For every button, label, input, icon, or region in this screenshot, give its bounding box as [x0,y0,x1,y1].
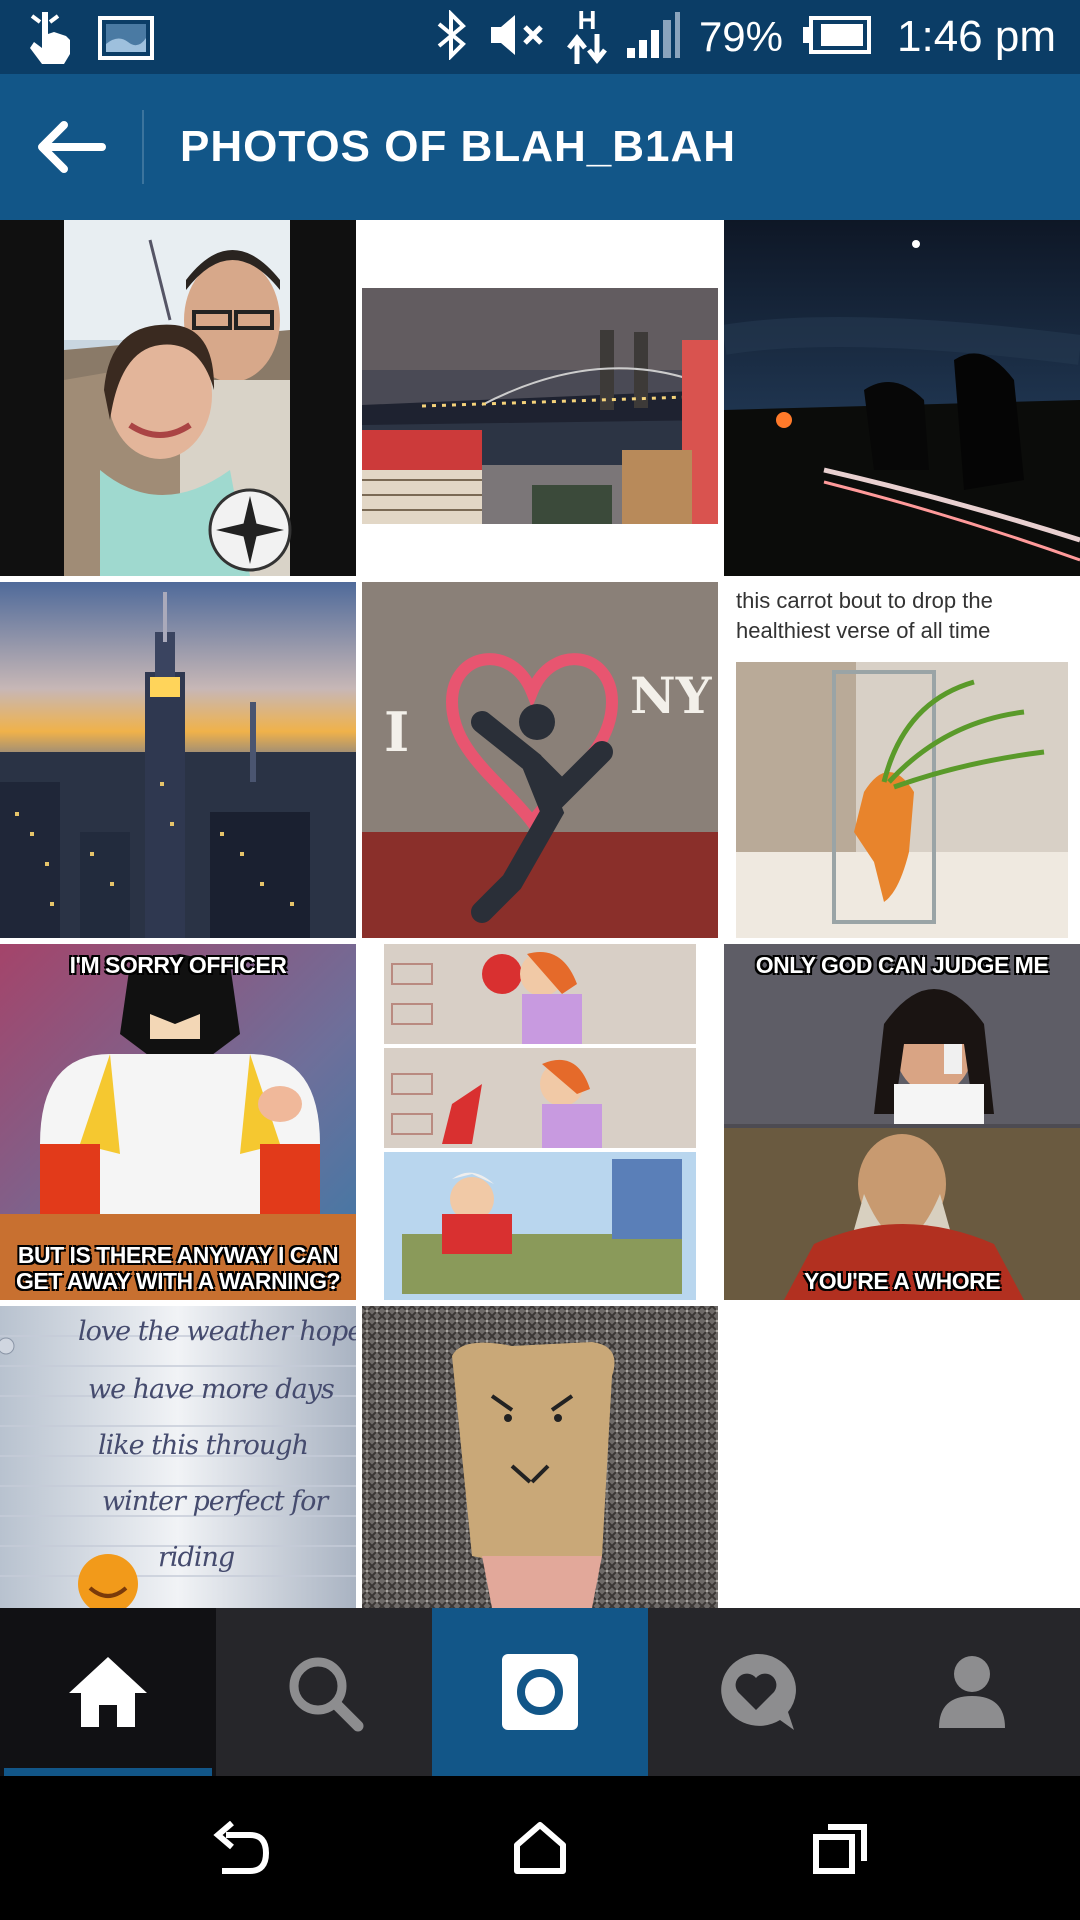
nav-profile[interactable] [864,1608,1080,1776]
photo-grid: I NY this carrot bout to drop the health… [0,220,1080,1608]
signal-icon [625,10,681,65]
photo-tile-i-love-ny-graffiti[interactable]: I NY [362,582,718,938]
photo-tile-night-highway[interactable] [724,220,1080,576]
note-line-2: we have more days [88,1374,335,1405]
carrot-caption-line1: this carrot bout to drop the [736,588,993,613]
graffiti-text-ny: NY [630,666,712,725]
nav-camera[interactable] [432,1608,648,1776]
photo-tile-carrot-meme[interactable]: this carrot bout to drop the healthiest … [724,582,1080,938]
carrot-caption-line2: healthiest verse of all time [736,618,991,643]
battery-icon [801,15,873,60]
photo-tile-couple-selfie[interactable] [0,220,356,576]
meme-top-text: I'M SORRY OFFICER [69,952,287,978]
photo-tile-spiderman-comic[interactable] [362,944,718,1300]
note-line-4: winter perfect for [102,1486,328,1517]
status-right: H 79% 1:46 pm [435,0,1056,74]
system-nav-bar [0,1776,1080,1920]
clock: 1:46 pm [897,12,1056,61]
nav-active-indicator [4,1768,212,1776]
system-back-button[interactable] [200,1812,280,1884]
meme-top-text: ONLY GOD CAN JUDGE ME [755,952,1049,978]
activity-heart-icon [721,1653,796,1730]
system-back-icon [213,1821,270,1874]
touch-icon [24,8,78,73]
nav-home[interactable] [0,1608,216,1776]
data-arrows-icon: H [567,5,607,66]
note-line-5: riding [158,1542,235,1573]
system-home-icon [514,1822,566,1874]
note-line-1: love the weather hope [78,1316,356,1347]
network-type: H [577,5,597,35]
app-root: H 79% 1:46 pm PHOTOS OF BLAH_B1AH I NY t… [0,0,1080,1920]
bottom-nav [0,1608,1080,1776]
battery-percent: 79% [698,13,784,60]
meme-bottom-line1: BUT IS THERE ANYWAY I CAN [17,1242,339,1268]
photo-tile-weather-note[interactable]: love the weather hope we have more days … [0,1306,356,1608]
camera-icon [502,1654,578,1730]
system-home-button[interactable] [500,1812,580,1884]
profile-icon [939,1656,1005,1728]
app-bar-divider [142,110,144,184]
nav-activity[interactable] [648,1608,864,1776]
photo-tile-only-god-meme[interactable]: ONLY GOD CAN JUDGE ME YOU'RE A WHORE [724,944,1080,1300]
photo-tile-bridge-night[interactable] [362,220,718,576]
status-bar: H 79% 1:46 pm [0,0,1080,74]
back-button[interactable] [30,110,112,184]
note-line-3: like this through [98,1430,309,1461]
photo-tile-empire-state[interactable] [0,582,356,938]
page-title: PHOTOS OF BLAH_B1AH [180,122,737,171]
status-left [24,8,154,73]
mute-icon [487,11,549,64]
search-icon [289,1657,364,1732]
photo-tile-sorry-officer-meme[interactable]: I'M SORRY OFFICER BUT IS THERE ANYWAY I … [0,944,356,1300]
system-recents-icon [813,1824,867,1874]
meme-bottom-text: YOU'RE A WHORE [803,1268,1001,1294]
home-icon [69,1657,147,1727]
back-arrow-icon [38,121,106,173]
gallery-icon [98,16,154,65]
graffiti-text-i: I [384,700,410,764]
meme-bottom-text: BUT IS THERE ANYWAY I CAN GET AWAY WITH … [0,1242,356,1294]
meme-bottom-line2: GET AWAY WITH A WARNING? [15,1268,341,1294]
nav-search[interactable] [216,1608,432,1776]
app-bar: PHOTOS OF BLAH_B1AH [0,74,1080,220]
system-recents-button[interactable] [800,1812,880,1884]
photo-tile-angry-bandage[interactable] [362,1306,718,1608]
bluetooth-icon [435,8,469,65]
